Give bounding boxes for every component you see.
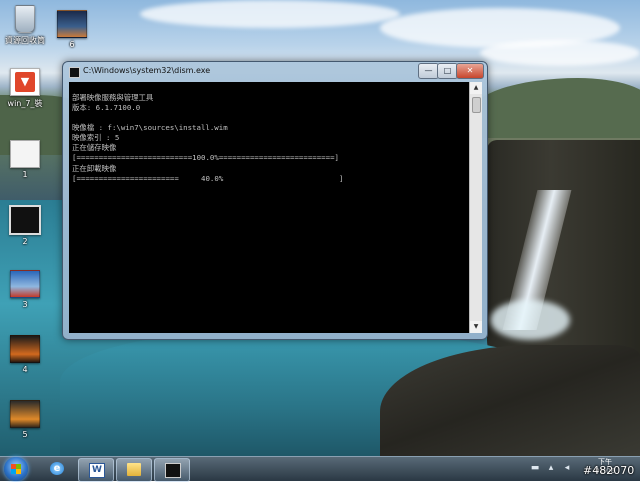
desktop-icon-label: 4 <box>22 365 28 374</box>
scroll-down-arrow-icon[interactable]: ▼ <box>470 321 482 333</box>
console-line: 正在卸載映像 <box>72 164 117 173</box>
desktop-icon-4[interactable]: 4 <box>0 335 50 374</box>
desktop-icon-label: 6 <box>69 40 75 49</box>
internet-explorer-icon: e <box>50 462 64 475</box>
desktop-icon-2[interactable]: 2 <box>0 205 50 246</box>
scrollbar-thumb[interactable] <box>472 97 481 113</box>
scroll-up-arrow-icon[interactable]: ▲ <box>470 82 482 94</box>
screenshot-thumbnail-icon <box>10 335 40 363</box>
vertical-scrollbar[interactable]: ▲ ▼ <box>469 82 482 333</box>
action-center-flag-icon[interactable]: ▬ <box>530 463 540 473</box>
start-button[interactable] <box>4 457 28 481</box>
close-button[interactable]: ✕ <box>456 63 484 79</box>
taskbar-console-window[interactable] <box>154 458 190 482</box>
desktop-icon-label: win_7_裝 <box>7 99 43 108</box>
desktop-icon-3[interactable]: 3 <box>0 270 50 309</box>
desktop-icon-5[interactable]: 5 <box>0 400 50 439</box>
desktop-icon-label: 1 <box>22 170 28 179</box>
console-line: 正在儲存映像 <box>72 143 117 152</box>
maximize-button[interactable]: □ <box>437 63 458 79</box>
screenshot-thumbnail-icon <box>10 400 40 428</box>
cloud <box>480 40 640 66</box>
screenshot-thumbnail-icon <box>10 270 40 298</box>
progress-line-unmount: [======================= 40.0% ] <box>72 174 344 183</box>
taskbar-word-document[interactable]: W <box>78 458 114 482</box>
network-icon[interactable]: ▴ <box>546 463 556 473</box>
desktop-icon-6[interactable]: 6 <box>47 10 97 49</box>
console-line: 映像索引 : 5 <box>72 133 120 142</box>
watermark: #482070 <box>583 464 635 477</box>
dism-console-window[interactable]: C:\Windows\system32\dism.exe — □ ✕ 部署映像服… <box>62 61 488 340</box>
hill <box>470 78 640 138</box>
windows-logo-icon <box>11 469 21 474</box>
console-output[interactable]: 部署映像服務與管理工具 版本: 6.1.7100.0 映像檔 : f:\win7… <box>69 82 469 333</box>
taskbar-explorer[interactable] <box>116 458 152 482</box>
console-line: 映像檔 : f:\win7\sources\install.wim <box>72 123 228 132</box>
cloud <box>140 0 400 28</box>
water-foam <box>490 300 570 340</box>
window-titlebar[interactable]: C:\Windows\system32\dism.exe — □ ✕ <box>63 62 487 82</box>
console-line: 版本: 6.1.7100.0 <box>72 103 141 112</box>
desktop-icon-label: 3 <box>22 300 28 309</box>
installer-icon: ▼ <box>10 68 40 96</box>
desktop-icon-installer[interactable]: ▼ win_7_裝 <box>0 68 50 109</box>
taskbar: e W ▬ ▴ ◂ 下午 01:06 <box>0 456 640 482</box>
window-title: C:\Windows\system32\dism.exe <box>83 66 211 75</box>
recycle-bin-icon <box>15 5 35 33</box>
screenshot-thumbnail-icon <box>57 10 87 38</box>
desktop-icon-label: 2 <box>22 237 28 246</box>
word-document-icon: W <box>89 463 105 478</box>
desktop-icon-label: 5 <box>22 430 28 439</box>
volume-icon[interactable]: ◂ <box>562 463 572 473</box>
desktop-icon-recycle-bin[interactable]: 資源回收筒 <box>0 5 50 46</box>
screenshot-thumbnail-icon <box>10 140 40 168</box>
taskbar-internet-explorer[interactable]: e <box>40 458 74 480</box>
screenshot-thumbnail-icon <box>9 205 41 235</box>
explorer-folder-icon <box>127 463 141 476</box>
console-line: 部署映像服務與管理工具 <box>72 93 154 102</box>
console-window-icon <box>165 463 181 478</box>
console-app-icon <box>69 67 80 78</box>
minimize-button[interactable]: — <box>418 63 439 79</box>
desktop-icon-1[interactable]: 1 <box>0 140 50 179</box>
desktop-icon-label: 資源回收筒 <box>5 36 45 45</box>
progress-line-save: [==========================100.0%=======… <box>72 153 339 162</box>
